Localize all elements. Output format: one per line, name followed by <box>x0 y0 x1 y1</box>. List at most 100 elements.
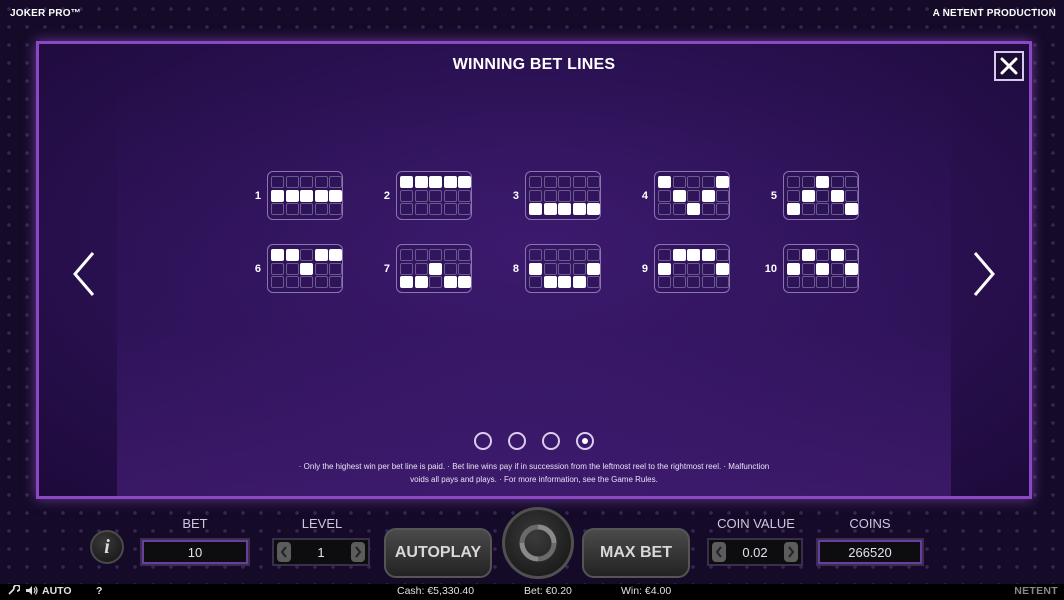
pattern-cell <box>687 189 700 202</box>
bet-lines-modal: WINNING BET LINES 1 2 3 4 5 6 7 8 9 10 · Only the… <box>36 41 1032 499</box>
pattern-cell <box>329 176 342 188</box>
pattern-cell-active <box>429 262 442 275</box>
rules-text: · Only the highest win per bet line is p… <box>239 460 829 486</box>
rules-line-1: · Only the highest win per bet line is p… <box>298 462 770 471</box>
pattern-cell <box>587 189 600 202</box>
pattern-cell <box>400 262 413 275</box>
pattern-cell <box>285 276 299 288</box>
pattern-cell <box>443 262 457 275</box>
autoplay-button[interactable]: AUTOPLAY <box>384 528 492 578</box>
pattern-cell <box>414 262 428 275</box>
pattern-cell-active <box>658 176 671 188</box>
bet-line-pattern <box>783 171 859 220</box>
close-button[interactable] <box>994 51 1024 81</box>
coin-value-decrease-button[interactable] <box>712 542 726 562</box>
pattern-cell <box>787 276 800 288</box>
pattern-cell <box>543 176 557 188</box>
pattern-cell <box>443 203 457 215</box>
bet-line-number: 8 <box>512 262 519 275</box>
bet-line-item: 4 <box>626 171 755 220</box>
pattern-cell-active <box>314 249 328 261</box>
coin-value-label: COIN VALUE <box>717 516 795 531</box>
game-title: JOKER PRO™ <box>10 8 81 19</box>
pattern-cell <box>787 176 800 188</box>
producer-label: A NETENT PRODUCTION <box>932 8 1056 19</box>
page-dot-4[interactable] <box>576 432 594 450</box>
pattern-cell <box>830 203 844 215</box>
pattern-cell <box>845 276 858 288</box>
pattern-cell <box>529 176 542 188</box>
bet-line-pattern <box>525 171 601 220</box>
sound-button[interactable] <box>25 585 39 599</box>
pattern-cell <box>587 176 600 188</box>
bet-line-number: 6 <box>254 262 261 275</box>
bet-label: BET <box>182 516 208 531</box>
pattern-cell-active <box>271 189 284 202</box>
pattern-cell-active <box>558 276 571 288</box>
bet-line-number: 9 <box>641 262 648 275</box>
pattern-cell-active <box>845 262 858 275</box>
control-bar: i BET 10 LEVEL 1 AUTOPLAY MAX BET COIN V… <box>0 505 1064 587</box>
pattern-cell <box>543 189 557 202</box>
coin-value-increase-button[interactable] <box>784 542 798 562</box>
pattern-cell <box>816 189 829 202</box>
pattern-cell-active <box>400 276 413 288</box>
pattern-cell <box>701 262 715 275</box>
max-bet-button[interactable]: MAX BET <box>582 528 690 578</box>
pattern-cell-active <box>543 276 557 288</box>
previous-page-button[interactable] <box>69 249 99 299</box>
pattern-cell <box>801 276 815 288</box>
settings-button[interactable] <box>8 584 21 599</box>
cash-readout: Cash: €5,330.40 <box>397 585 475 597</box>
pattern-cell-active <box>414 276 428 288</box>
pattern-cell-active <box>687 249 700 261</box>
bet-line-item: 3 <box>497 171 626 220</box>
pattern-cell <box>672 176 686 188</box>
pattern-cell <box>787 249 800 261</box>
info-button[interactable]: i <box>90 530 124 564</box>
pattern-cell-active <box>443 176 457 188</box>
pattern-cell <box>658 203 671 215</box>
pattern-cell <box>271 203 284 215</box>
bet-line-number: 4 <box>641 189 648 202</box>
spin-button[interactable] <box>502 507 574 579</box>
pattern-cell-active <box>572 276 586 288</box>
auto-toggle[interactable]: AUTO <box>42 585 72 597</box>
pattern-cell-active <box>271 249 284 261</box>
pattern-cell <box>787 189 800 202</box>
bet-line-item: 5 <box>755 171 884 220</box>
pattern-cell <box>701 176 715 188</box>
chevron-left-icon <box>715 546 722 558</box>
bet-line-pattern <box>396 244 472 293</box>
pattern-cell <box>300 203 313 215</box>
pattern-cell <box>716 276 729 288</box>
pattern-cell <box>572 176 586 188</box>
chevron-right-icon <box>788 546 795 558</box>
pattern-cell-active <box>300 262 313 275</box>
help-button[interactable]: ? <box>96 585 102 597</box>
pattern-cell-active <box>300 189 313 202</box>
pattern-cell <box>572 189 586 202</box>
pattern-cell <box>687 176 700 188</box>
pattern-cell <box>314 276 328 288</box>
spin-arrows-icon <box>519 524 557 562</box>
pattern-cell-active <box>329 189 342 202</box>
page-dot-1[interactable] <box>474 432 492 450</box>
page-dot-2[interactable] <box>508 432 526 450</box>
pattern-cell-active <box>716 176 729 188</box>
next-page-button[interactable] <box>969 249 999 299</box>
pattern-cell-active <box>787 262 800 275</box>
pattern-cell <box>443 189 457 202</box>
pattern-cell <box>572 262 586 275</box>
pattern-cell-active <box>845 203 858 215</box>
pattern-cell <box>271 262 284 275</box>
level-decrease-button[interactable] <box>277 542 291 562</box>
info-icon: i <box>104 535 110 558</box>
page-dot-3[interactable] <box>542 432 560 450</box>
pattern-cell <box>314 176 328 188</box>
level-increase-button[interactable] <box>351 542 365 562</box>
pattern-cell <box>572 249 586 261</box>
bet-line-pattern <box>654 171 730 220</box>
close-icon <box>1000 57 1018 75</box>
pattern-cell-active <box>458 176 471 188</box>
